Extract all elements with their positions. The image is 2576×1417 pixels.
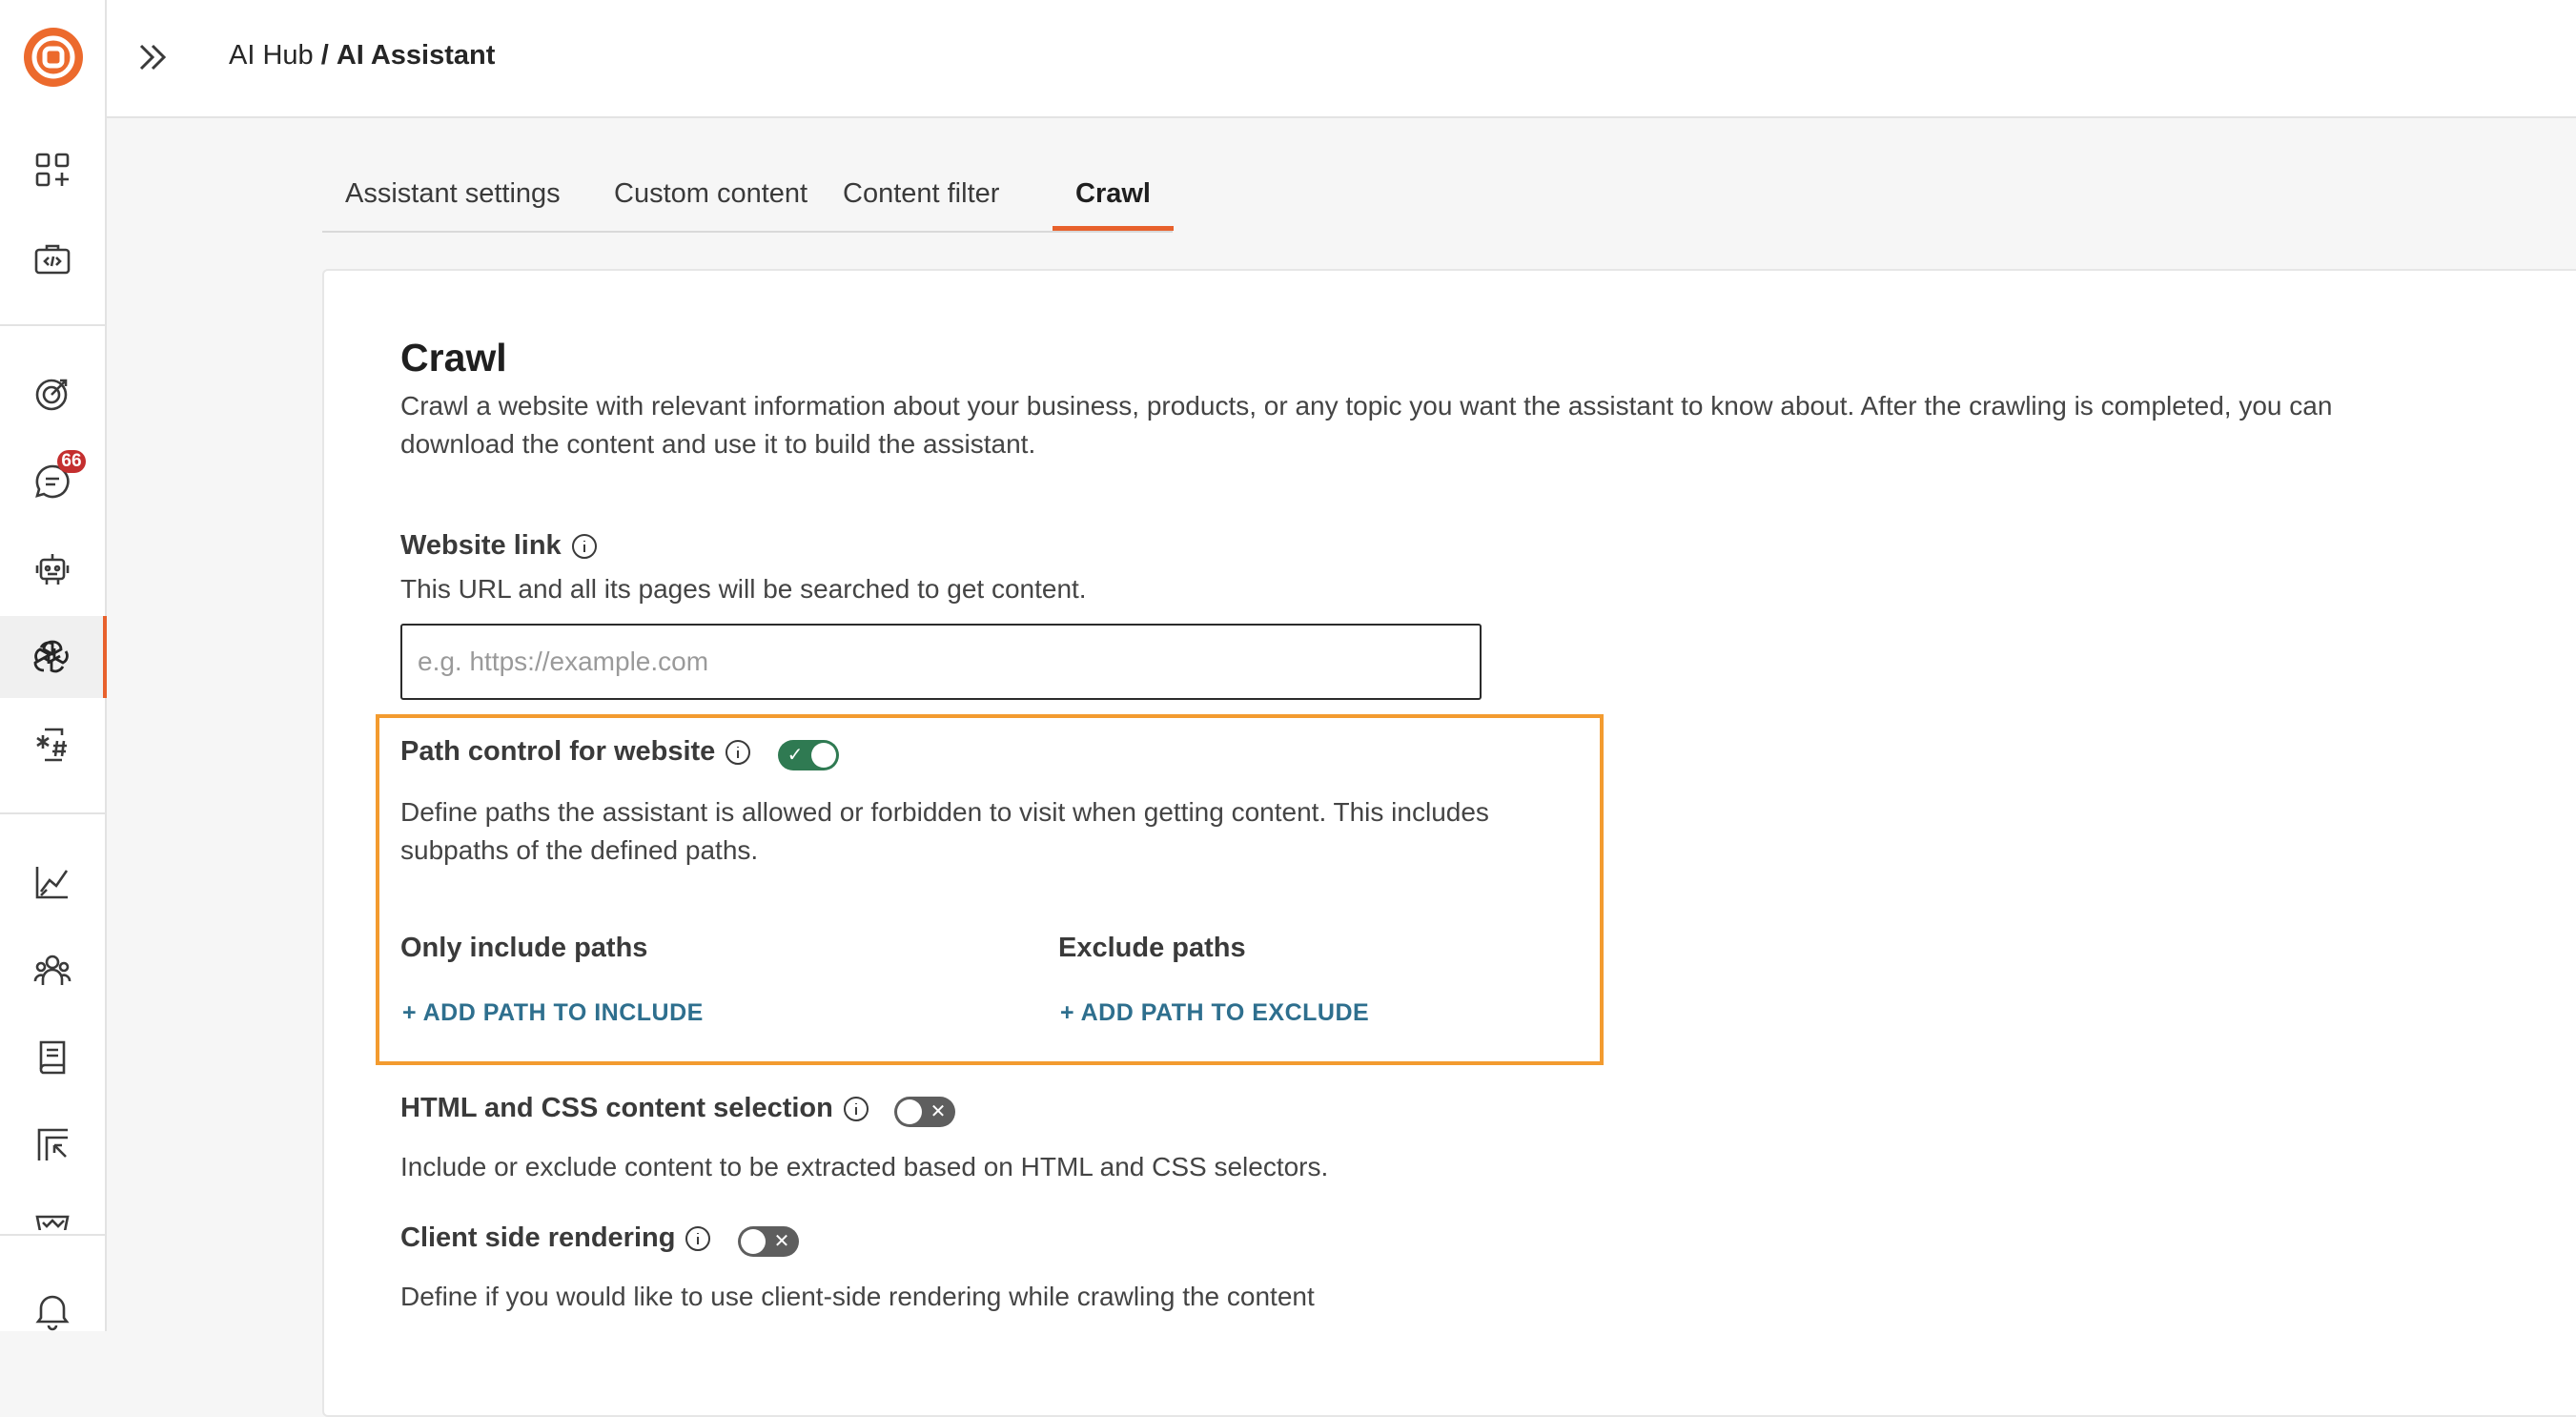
users-icon	[33, 955, 72, 985]
nav-more[interactable]	[0, 1192, 105, 1230]
tab-content-filter[interactable]: Content filter	[820, 160, 1022, 231]
nav-users[interactable]	[0, 929, 105, 1011]
html-css-toggle[interactable]: ✕	[894, 1097, 955, 1127]
nav-apps-add[interactable]	[0, 129, 105, 211]
html-css-label-row: HTML and CSS content selection	[400, 1093, 869, 1124]
apps-add-icon	[35, 153, 70, 187]
nav-board[interactable]	[0, 1104, 105, 1186]
include-paths-label: Only include paths	[400, 933, 648, 963]
top-bar: AI Hub / AI Assistant	[107, 0, 2576, 118]
website-link-input[interactable]	[400, 624, 1482, 700]
path-control-label-row: Path control for website	[400, 736, 751, 768]
breadcrumb: AI Hub / AI Assistant	[229, 40, 495, 72]
toggle-knob	[811, 743, 836, 768]
path-control-description-line-1: Define paths the assistant is allowed or…	[400, 797, 1489, 827]
tab-crawl[interactable]: Crawl	[1053, 160, 1174, 231]
path-control-label: Path control for website	[400, 736, 716, 767]
info-icon[interactable]	[843, 1096, 869, 1122]
robot-icon	[35, 554, 70, 585]
target-icon	[35, 379, 68, 411]
asterisk-hash-icon	[36, 728, 67, 762]
nav-bots[interactable]	[0, 528, 105, 610]
toggle-knob	[741, 1229, 766, 1254]
breadcrumb-parent[interactable]: AI Hub	[229, 40, 314, 71]
nav-intents[interactable]	[0, 704, 105, 786]
tab-assistant-settings[interactable]: Assistant settings	[322, 160, 583, 231]
add-exclude-path-button[interactable]: + ADD PATH TO EXCLUDE	[1060, 999, 1369, 1027]
path-control-description-line-2: subpaths of the defined paths.	[400, 835, 759, 865]
book-icon	[39, 1040, 66, 1075]
nav-ai-hub[interactable]	[0, 616, 107, 698]
website-link-label: Website link	[400, 530, 562, 561]
page-title: Crawl	[400, 336, 507, 380]
chart-line-icon	[35, 867, 69, 899]
tab-custom-content[interactable]: Custom content	[591, 160, 830, 231]
html-css-label: HTML and CSS content selection	[400, 1093, 833, 1123]
nav-developer-tools[interactable]	[0, 218, 105, 300]
crawl-description-line-1: Crawl a website with relevant informatio…	[400, 391, 2333, 421]
crawl-card: Crawl Crawl a website with relevant info…	[322, 269, 2576, 1417]
ai-hub-icon	[33, 640, 69, 673]
add-include-path-button[interactable]: + ADD PATH TO INCLUDE	[402, 999, 704, 1027]
sidebar: 66	[0, 0, 107, 1331]
path-control-toggle[interactable]: ✓	[778, 740, 839, 770]
exclude-paths-label: Exclude paths	[1058, 933, 1246, 963]
close-icon: ✕	[930, 1101, 947, 1122]
breadcrumb-separator: /	[320, 40, 329, 71]
app-logo-icon[interactable]	[23, 27, 84, 88]
info-icon[interactable]	[571, 533, 598, 560]
close-icon: ✕	[773, 1231, 790, 1252]
partial-icon	[35, 1215, 70, 1230]
nav-analytics[interactable]	[0, 841, 105, 923]
crawl-description: Crawl a website with relevant informatio…	[400, 387, 2576, 463]
client-side-label: Client side rendering	[400, 1222, 676, 1253]
checkmark-icon: ✓	[787, 745, 804, 766]
nav-notifications[interactable]	[0, 1268, 105, 1331]
info-icon[interactable]	[685, 1225, 711, 1252]
nav-conversations[interactable]: 66	[0, 441, 105, 523]
breadcrumb-current: AI Assistant	[336, 40, 496, 71]
bell-icon	[35, 1295, 70, 1331]
client-side-toggle[interactable]: ✕	[738, 1226, 799, 1257]
info-icon[interactable]	[725, 739, 751, 766]
website-link-help: This URL and all its pages will be searc…	[400, 574, 1087, 604]
nav-knowledge[interactable]	[0, 1017, 105, 1099]
website-link-label-row: Website link	[400, 530, 598, 562]
client-side-description: Define if you would like to use client-s…	[400, 1282, 1315, 1311]
tab-bar: Assistant settings Custom content Conten…	[322, 160, 1174, 233]
toggle-knob	[897, 1099, 922, 1124]
nav-goals[interactable]	[0, 353, 105, 435]
notification-badge: 66	[57, 450, 86, 473]
toolbox-code-icon	[34, 244, 71, 275]
client-side-label-row: Client side rendering	[400, 1222, 711, 1254]
html-css-description: Include or exclude content to be extract…	[400, 1152, 1329, 1181]
crawl-description-line-2: download the content and use it to build…	[400, 429, 1036, 459]
path-control-description: Define paths the assistant is allowed or…	[400, 793, 1583, 870]
board-cursor-icon	[37, 1128, 68, 1160]
expand-sidebar-icon[interactable]	[133, 34, 174, 80]
